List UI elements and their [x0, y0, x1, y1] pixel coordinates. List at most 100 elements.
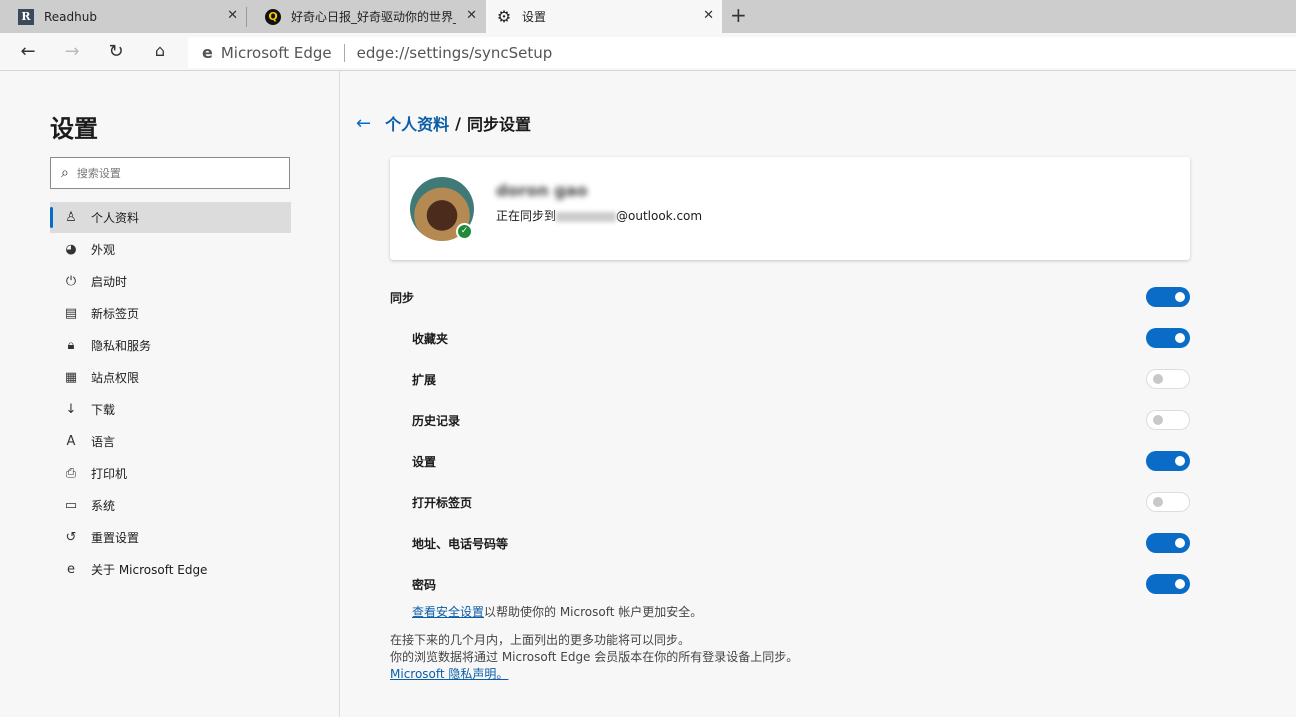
sync-info: 在接下来的几个月内，上面列出的更多功能将可以同步。 你的浏览数据将通过 Micr…	[390, 632, 798, 683]
search-input[interactable]: ⌕ 搜索设置	[50, 157, 290, 189]
sidebar-item-label: 重置设置	[91, 529, 139, 546]
sync-row: 打开标签页	[390, 490, 1190, 514]
sidebar-item[interactable]: ♙ 个人资料	[50, 202, 291, 233]
new-tab-button[interactable]: +	[730, 3, 747, 27]
sync-row-label: 打开标签页	[412, 494, 472, 511]
sync-toggle[interactable]	[1146, 533, 1190, 553]
note-line-1: 在接下来的几个月内，上面列出的更多功能将可以同步。	[390, 632, 798, 649]
refresh-button[interactable]: ↻	[105, 41, 127, 62]
sidebar-item[interactable]: ▭ 系统	[50, 490, 291, 521]
lock-icon: 🔒︎	[63, 338, 79, 353]
breadcrumb: ← 个人资料 / 同步设置	[356, 111, 531, 135]
sync-toggle[interactable]	[1146, 287, 1190, 307]
gear-icon: ⚙	[496, 9, 512, 25]
sync-row: 收藏夹	[390, 326, 1190, 350]
security-note: 查看安全设置以帮助使你的 Microsoft 帐户更加安全。	[412, 604, 702, 621]
language-icon: A	[63, 434, 79, 449]
email-suffix: @outlook.com	[616, 209, 702, 223]
navigation-bar: ← → ↻ ⌂ e Microsoft Edge edge://settings…	[0, 33, 1296, 71]
forward-button[interactable]: →	[61, 41, 83, 62]
sidebar-item[interactable]: ▦站点权限	[50, 362, 291, 393]
qdaily-favicon-icon: Q	[265, 9, 281, 25]
sync-toggle[interactable]	[1146, 574, 1190, 594]
sidebar-item[interactable]: ▤新标签页	[50, 298, 291, 329]
sync-row-label: 收藏夹	[412, 330, 448, 347]
url-text[interactable]: edge://settings/syncSetup	[357, 44, 553, 62]
profile-name: doron gao	[496, 181, 588, 200]
back-button[interactable]: ←	[17, 41, 39, 62]
laptop-icon: ▭	[63, 498, 79, 513]
close-tab-icon[interactable]: ✕	[227, 8, 238, 23]
sidebar-item[interactable]: ⎙ 打印机	[50, 458, 291, 489]
note-line-2: 你的浏览数据将通过 Microsoft Edge 会员版本在你的所有登录设备上同…	[390, 649, 798, 666]
sidebar-item[interactable]: 🔒︎ 隐私和服务	[50, 330, 291, 361]
sidebar-item[interactable]: ◕外观	[50, 234, 291, 265]
sidebar-item-label: 系统	[91, 497, 115, 514]
edge-logo-icon: e	[202, 43, 213, 62]
back-arrow-icon[interactable]: ←	[356, 113, 371, 134]
sidebar-item-label: 隐私和服务	[91, 337, 151, 354]
sync-toggle[interactable]	[1146, 328, 1190, 348]
sidebar-item-label: 打印机	[91, 465, 127, 482]
printer-icon: ⎙	[63, 466, 79, 481]
search-placeholder: 搜索设置	[77, 165, 121, 181]
sidebar-item-label: 语言	[91, 433, 115, 450]
profile-card: ✓ doron gao 正在同步到 @outlook.com	[390, 157, 1190, 260]
power-icon: ⏻	[63, 274, 79, 289]
home-button[interactable]: ⌂	[149, 41, 171, 60]
sidebar-item[interactable]: A 语言	[50, 426, 291, 457]
close-tab-icon[interactable]: ✕	[703, 8, 714, 23]
sidebar-item-label: 下载	[91, 401, 115, 418]
sync-row-label: 历史记录	[412, 412, 460, 429]
download-icon: ↓	[63, 402, 79, 417]
sidebar-item-label: 个人资料	[91, 209, 139, 226]
reset-icon: ↺	[63, 530, 79, 545]
sync-row: 历史记录	[390, 408, 1190, 432]
sidebar-item[interactable]: ↺ 重置设置	[50, 522, 291, 553]
address-bar[interactable]: e Microsoft Edge edge://settings/syncSet…	[188, 37, 1296, 68]
sync-prefix: 正在同步到	[496, 209, 556, 223]
sync-row-label: 扩展	[412, 371, 436, 388]
page-title: 同步设置	[467, 111, 531, 135]
sync-row-label: 同步	[390, 289, 414, 306]
search-icon: ⌕	[61, 165, 69, 181]
palette-icon: ◕	[63, 242, 79, 257]
settings-title: 设置	[50, 109, 98, 144]
breadcrumb-separator: /	[455, 114, 461, 133]
sidebar-item-label: 新标签页	[91, 305, 139, 322]
sync-toggle[interactable]	[1146, 492, 1190, 512]
sync-row: 同步	[390, 285, 1190, 309]
sync-row: 设置	[390, 449, 1190, 473]
tab-readhub[interactable]: R Readhub ✕	[0, 0, 246, 33]
security-text: 以帮助使你的 Microsoft 帐户更加安全。	[484, 605, 702, 619]
sidebar-item[interactable]: ⏻ 启动时	[50, 266, 291, 297]
sync-row-label: 密码	[412, 576, 436, 593]
sync-row: 地址、电话号码等	[390, 531, 1190, 555]
tab-settings[interactable]: ⚙ 设置 ✕	[486, 0, 722, 33]
edge-icon: e	[63, 562, 79, 577]
tab-label: 设置	[522, 8, 546, 25]
sidebar-item-label: 站点权限	[91, 369, 139, 386]
sync-row-label: 设置	[412, 453, 436, 470]
person-icon: ♙	[63, 210, 79, 225]
sync-toggle[interactable]	[1146, 410, 1190, 430]
sync-toggle[interactable]	[1146, 451, 1190, 471]
readhub-favicon-icon: R	[18, 9, 34, 25]
tab-qdaily[interactable]: Q 好奇心日报_好奇驱动你的世界_C ✕	[247, 0, 485, 33]
sidebar-item[interactable]: ↓ 下载	[50, 394, 291, 425]
privacy-statement-link[interactable]: Microsoft 隐私声明。	[390, 666, 508, 683]
sidebar-item-label: 关于 Microsoft Edge	[91, 561, 207, 578]
sync-toggle[interactable]	[1146, 369, 1190, 389]
breadcrumb-profile-link[interactable]: 个人资料	[385, 111, 449, 135]
tab-label: Readhub	[44, 10, 97, 24]
security-settings-link[interactable]: 查看安全设置	[412, 605, 484, 619]
site-label: Microsoft Edge	[221, 44, 332, 62]
sidebar-item-label: 启动时	[91, 273, 127, 290]
sidebar-item[interactable]: e 关于 Microsoft Edge	[50, 554, 291, 585]
sync-row: 密码	[390, 572, 1190, 596]
address-divider	[344, 44, 345, 62]
close-tab-icon[interactable]: ✕	[466, 8, 477, 23]
sync-check-icon: ✓	[456, 223, 473, 240]
blurred-email	[556, 212, 616, 222]
tab-label: 好奇心日报_好奇驱动你的世界_C	[291, 8, 456, 25]
